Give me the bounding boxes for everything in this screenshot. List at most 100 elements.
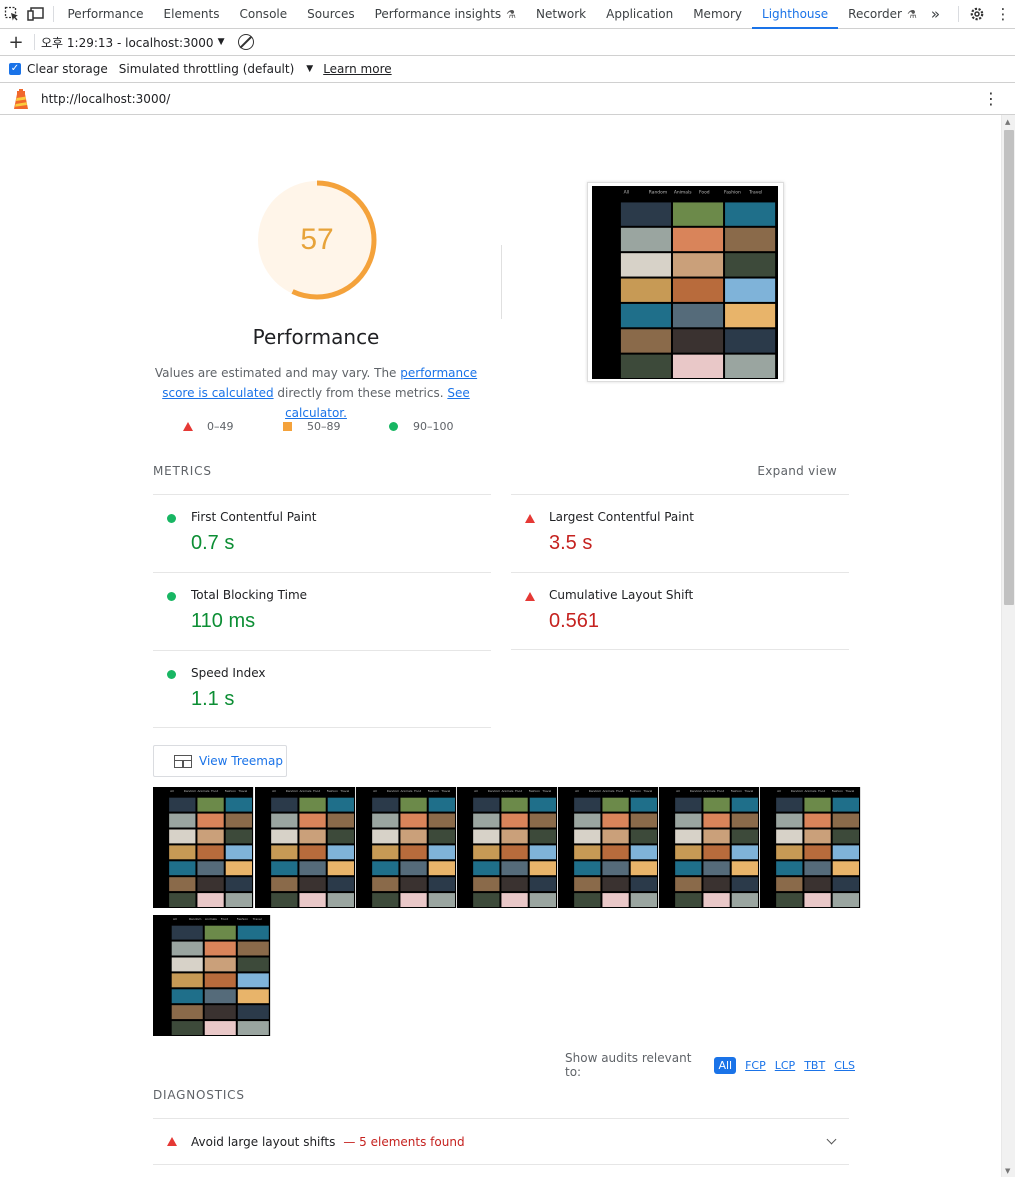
audit-display-value: — 5 elements found	[343, 1134, 465, 1149]
final-screenshot[interactable]: All Random Animals Food Fashion Travel	[587, 182, 784, 382]
tab-recorder[interactable]: Recorder ⚗	[838, 0, 927, 28]
screenshot-photo-tile	[602, 845, 629, 860]
screenshot-photo-tile	[299, 813, 326, 828]
filter-chip-lcp[interactable]: LCP	[775, 1059, 795, 1072]
settings-gear-icon[interactable]	[963, 0, 991, 28]
screenshot-photo-tile	[574, 829, 601, 844]
report-selector[interactable]: 오후 1:29:13 - localhost:3000 ▼	[41, 34, 224, 51]
customize-kebab-icon[interactable]: ⋮	[991, 0, 1015, 28]
filmstrip-frame: All Random Animals Food Fashion Travel	[356, 787, 457, 908]
screenshot-nav-item: Random	[690, 789, 702, 793]
screenshot-photo-tile	[473, 861, 500, 876]
diagnostics-heading: DIAGNOSTICS	[153, 1088, 245, 1102]
toolbar-separator	[34, 34, 35, 50]
screenshot-nav-item: Travel	[339, 789, 349, 793]
scroll-down-arrow-icon[interactable]: ▼	[1005, 1167, 1010, 1175]
filter-chip-fcp[interactable]: FCP	[745, 1059, 766, 1072]
screenshot-photo-tile	[204, 1005, 236, 1020]
throttling-select[interactable]: Simulated throttling (default)	[119, 62, 294, 76]
expand-view-toggle[interactable]: Expand view	[757, 464, 837, 478]
screenshot-photo-tile	[197, 813, 224, 828]
tab-sources[interactable]: Sources	[297, 0, 364, 28]
scrollbar-thumb[interactable]	[1004, 130, 1014, 605]
more-tabs-button[interactable]: »	[927, 0, 954, 28]
tab-label: Recorder	[848, 7, 902, 21]
clear-reports-icon[interactable]	[238, 34, 255, 50]
screenshot-nav-item: Travel	[440, 789, 450, 793]
screenshot-photo-tile	[271, 893, 298, 907]
average-square-icon	[283, 422, 292, 431]
filmstrip-frame-image: All Random Animals Food Fashion Travel	[153, 787, 253, 908]
screenshot-photo-tile	[473, 829, 500, 844]
screenshot-photo-tile	[725, 278, 776, 302]
chevron-down-icon[interactable]	[826, 1134, 837, 1145]
filter-chip-tbt[interactable]: TBT	[804, 1059, 825, 1072]
screenshot-photo-tile	[731, 845, 758, 860]
screenshot-photo-tile	[428, 877, 455, 892]
clear-storage-label: Clear storage	[27, 62, 108, 76]
screenshot-photo-tile	[725, 202, 776, 226]
audit-layout-shifts[interactable]: Avoid large layout shifts — 5 elements f…	[153, 1118, 849, 1165]
view-treemap-button[interactable]: View Treemap	[153, 745, 287, 777]
screenshot-photo-tile	[197, 877, 224, 892]
tab-label: Performance	[67, 7, 144, 21]
screenshot-photo-tile	[271, 877, 298, 892]
screenshot-photo-tile	[400, 829, 427, 844]
tab-application[interactable]: Application	[596, 0, 683, 28]
screenshot-nav-item: Random	[649, 190, 667, 196]
learn-more-link[interactable]: Learn more	[323, 62, 391, 76]
screenshot-photo-tile	[197, 845, 224, 860]
filter-chip-cls[interactable]: CLS	[834, 1059, 855, 1072]
tab-lighthouse[interactable]: Lighthouse	[752, 0, 839, 29]
screenshot-photo-tile	[473, 813, 500, 828]
throttling-dropdown-arrow-icon[interactable]: ▼	[306, 64, 313, 74]
metric-label: First Contentful Paint	[191, 510, 317, 524]
report-selector-label: 오후 1:29:13 - localhost:3000	[41, 35, 214, 50]
scroll-up-arrow-icon[interactable]: ▲	[1005, 118, 1010, 126]
filmstrip-frame: All Random Animals Food Fashion Travel	[558, 787, 659, 908]
screenshot-photo-tile	[169, 845, 196, 860]
filter-chip-all[interactable]: All	[714, 1056, 737, 1074]
screenshot-photo-tile	[725, 329, 776, 353]
screenshot-photo-tile	[630, 845, 657, 860]
tab-network[interactable]: Network	[526, 0, 596, 28]
screenshot-photo-tile	[675, 893, 702, 907]
screenshot-photo-tile	[703, 845, 730, 860]
performance-score: 57	[300, 223, 334, 256]
screenshot-nav-item: Food	[616, 789, 623, 793]
tab-elements[interactable]: Elements	[154, 0, 230, 28]
filmstrip-frame: All Random Animals Food Fashion Travel	[760, 787, 861, 908]
screenshot-nav-item: Random	[387, 789, 399, 793]
screenshot-photo-tile	[400, 877, 427, 892]
screenshot-nav-item: Random	[589, 789, 601, 793]
screenshot-nav-item: Fashion	[731, 789, 742, 793]
screenshot-nav-item: Fashion	[630, 789, 641, 793]
screenshot-photo-tile	[225, 845, 252, 860]
screenshot-photo-tile	[225, 829, 252, 844]
screenshot-nav-item: Fashion	[724, 190, 741, 196]
screenshot-photo-tile	[428, 845, 455, 860]
screenshot-photo-tile	[299, 877, 326, 892]
inspect-element-icon[interactable]	[0, 0, 24, 28]
tab-console[interactable]: Console	[229, 0, 297, 28]
pass-circle-icon	[389, 422, 398, 431]
screenshot-photo-tile	[327, 861, 354, 876]
screenshot-photo-tile	[372, 877, 399, 892]
tab-memory[interactable]: Memory	[683, 0, 752, 28]
tab-performance[interactable]: Performance	[58, 0, 154, 28]
clear-storage-checkbox[interactable]: ✓	[9, 63, 21, 75]
screenshot-photo-tile	[529, 893, 556, 907]
screenshot-photo-tile	[171, 925, 203, 940]
screenshot-photo-tile	[529, 845, 556, 860]
screenshot-photo-tile	[237, 941, 269, 956]
device-toolbar-icon[interactable]	[24, 0, 48, 28]
performance-gauge[interactable]: 57	[256, 179, 378, 301]
vertical-scrollbar[interactable]: ▲ ▼	[1001, 115, 1015, 1177]
new-report-plus-icon[interactable]: +	[0, 32, 32, 53]
description-text: directly from these metrics.	[273, 386, 448, 400]
legend-label: 50–89	[307, 420, 341, 433]
report-menu-kebab-icon[interactable]: ⋮	[983, 89, 999, 108]
filmstrip-frame: All Random Animals Food Fashion Travel	[457, 787, 558, 908]
tab-performance-insights[interactable]: Performance insights ⚗	[365, 0, 526, 28]
screenshot-photo-tile	[327, 877, 354, 892]
